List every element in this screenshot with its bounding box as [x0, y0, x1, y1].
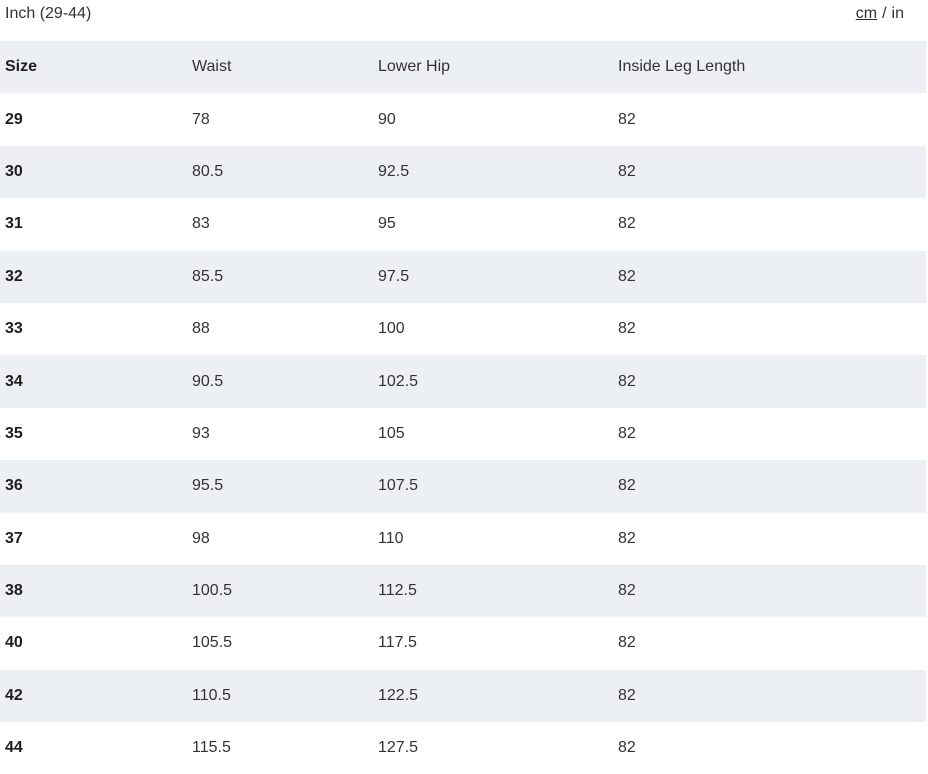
cell-waist: 110.5	[192, 686, 231, 704]
cell-inside-leg-length: 82	[618, 582, 636, 600]
table-row: 40 105.5 117.5 82	[0, 617, 926, 670]
cell-size: 37	[5, 529, 23, 547]
cell-size: 36	[5, 477, 23, 495]
cell-size: 30	[5, 162, 23, 180]
cell-size: 44	[5, 739, 23, 757]
cell-waist: 115.5	[192, 739, 231, 757]
table-row: 34 90.5 102.5 82	[0, 355, 926, 408]
cell-lower-hip: 127.5	[378, 739, 419, 757]
cell-inside-leg-length: 82	[618, 634, 636, 652]
cell-waist: 105.5	[192, 634, 233, 652]
cell-size: 40	[5, 634, 23, 652]
cell-inside-leg-length: 82	[618, 424, 636, 442]
unit-cm-link[interactable]: cm	[856, 5, 877, 22]
cell-lower-hip: 107.5	[378, 477, 419, 495]
cell-inside-leg-length: 82	[618, 477, 636, 495]
cell-inside-leg-length: 82	[618, 267, 636, 285]
table-row: 44 115.5 127.5 82	[0, 722, 926, 774]
cell-lower-hip: 117.5	[378, 634, 417, 652]
cell-waist: 88	[192, 320, 210, 338]
unit-in-option[interactable]: in	[892, 5, 904, 22]
cell-size: 32	[5, 267, 23, 285]
table-row: 42 110.5 122.5 82	[0, 669, 926, 723]
cell-inside-leg-length: 82	[618, 529, 636, 547]
cell-inside-leg-length: 82	[618, 739, 636, 757]
cell-lower-hip: 110	[378, 529, 404, 547]
cell-inside-leg-length: 82	[618, 686, 636, 704]
cell-lower-hip: 95	[378, 215, 396, 233]
cell-lower-hip: 102.5	[378, 372, 419, 390]
cell-inside-leg-length: 82	[618, 372, 636, 390]
table-row: 36 95.5 107.5 82	[0, 460, 926, 513]
cell-waist: 90.5	[192, 372, 224, 390]
cell-size: 31	[5, 215, 23, 233]
cell-lower-hip: 92.5	[378, 162, 410, 180]
table-row: 29 78 90 82	[0, 93, 926, 146]
cell-waist: 78	[192, 110, 210, 128]
cell-waist: 85.5	[192, 267, 224, 285]
cell-inside-leg-length: 82	[618, 162, 636, 180]
table-row: 35 93 105 82	[0, 407, 926, 461]
table-header-row: Size Waist Lower Hip Inside Leg Length	[0, 41, 926, 94]
size-range-title: Inch (29-44)	[5, 5, 92, 22]
table-body: 29 78 90 82 30 80.5 92.5 82 31 83 95 82 32 85.5 97.5 82…	[0, 93, 926, 774]
column-header-waist: Waist	[192, 58, 232, 76]
cell-lower-hip: 112.5	[378, 582, 417, 600]
cell-waist: 98	[192, 529, 210, 547]
table-row: 33 88 100 82	[0, 302, 926, 356]
unit-separator: /	[882, 5, 887, 22]
table-row: 37 98 110 82	[0, 512, 926, 565]
size-chart-table: Size Waist Lower Hip Inside Leg Length 2…	[0, 41, 926, 774]
cell-lower-hip: 97.5	[378, 267, 410, 285]
table-row: 31 83 95 82	[0, 198, 926, 251]
column-header-lower-hip: Lower Hip	[378, 58, 451, 76]
cell-lower-hip: 105	[378, 424, 405, 442]
cell-inside-leg-length: 82	[618, 110, 636, 128]
cell-waist: 80.5	[192, 162, 224, 180]
cell-waist: 93	[192, 424, 210, 442]
cell-size: 34	[5, 372, 23, 390]
cell-lower-hip: 90	[378, 110, 396, 128]
column-header-size: Size	[5, 58, 38, 76]
cell-waist: 100.5	[192, 582, 233, 600]
unit-toggle: cm / in	[856, 5, 904, 23]
column-header-inside-leg-length: Inside Leg Length	[618, 58, 746, 76]
cell-lower-hip: 122.5	[378, 686, 419, 704]
cell-size: 33	[5, 320, 23, 338]
cell-waist: 83	[192, 215, 210, 233]
table-row: 38 100.5 112.5 82	[0, 564, 926, 618]
cell-waist: 95.5	[192, 477, 224, 495]
cell-size: 38	[5, 582, 23, 600]
table-row: 32 85.5 97.5 82	[0, 250, 926, 303]
cell-size: 29	[5, 110, 23, 128]
size-chart-header: Inch (29-44) cm / in	[0, 0, 926, 42]
table-row: 30 80.5 92.5 82	[0, 145, 926, 199]
cell-size: 42	[5, 686, 23, 704]
cell-size: 35	[5, 424, 23, 442]
cell-inside-leg-length: 82	[618, 320, 636, 338]
cell-lower-hip: 100	[378, 320, 405, 338]
cell-inside-leg-length: 82	[618, 215, 636, 233]
